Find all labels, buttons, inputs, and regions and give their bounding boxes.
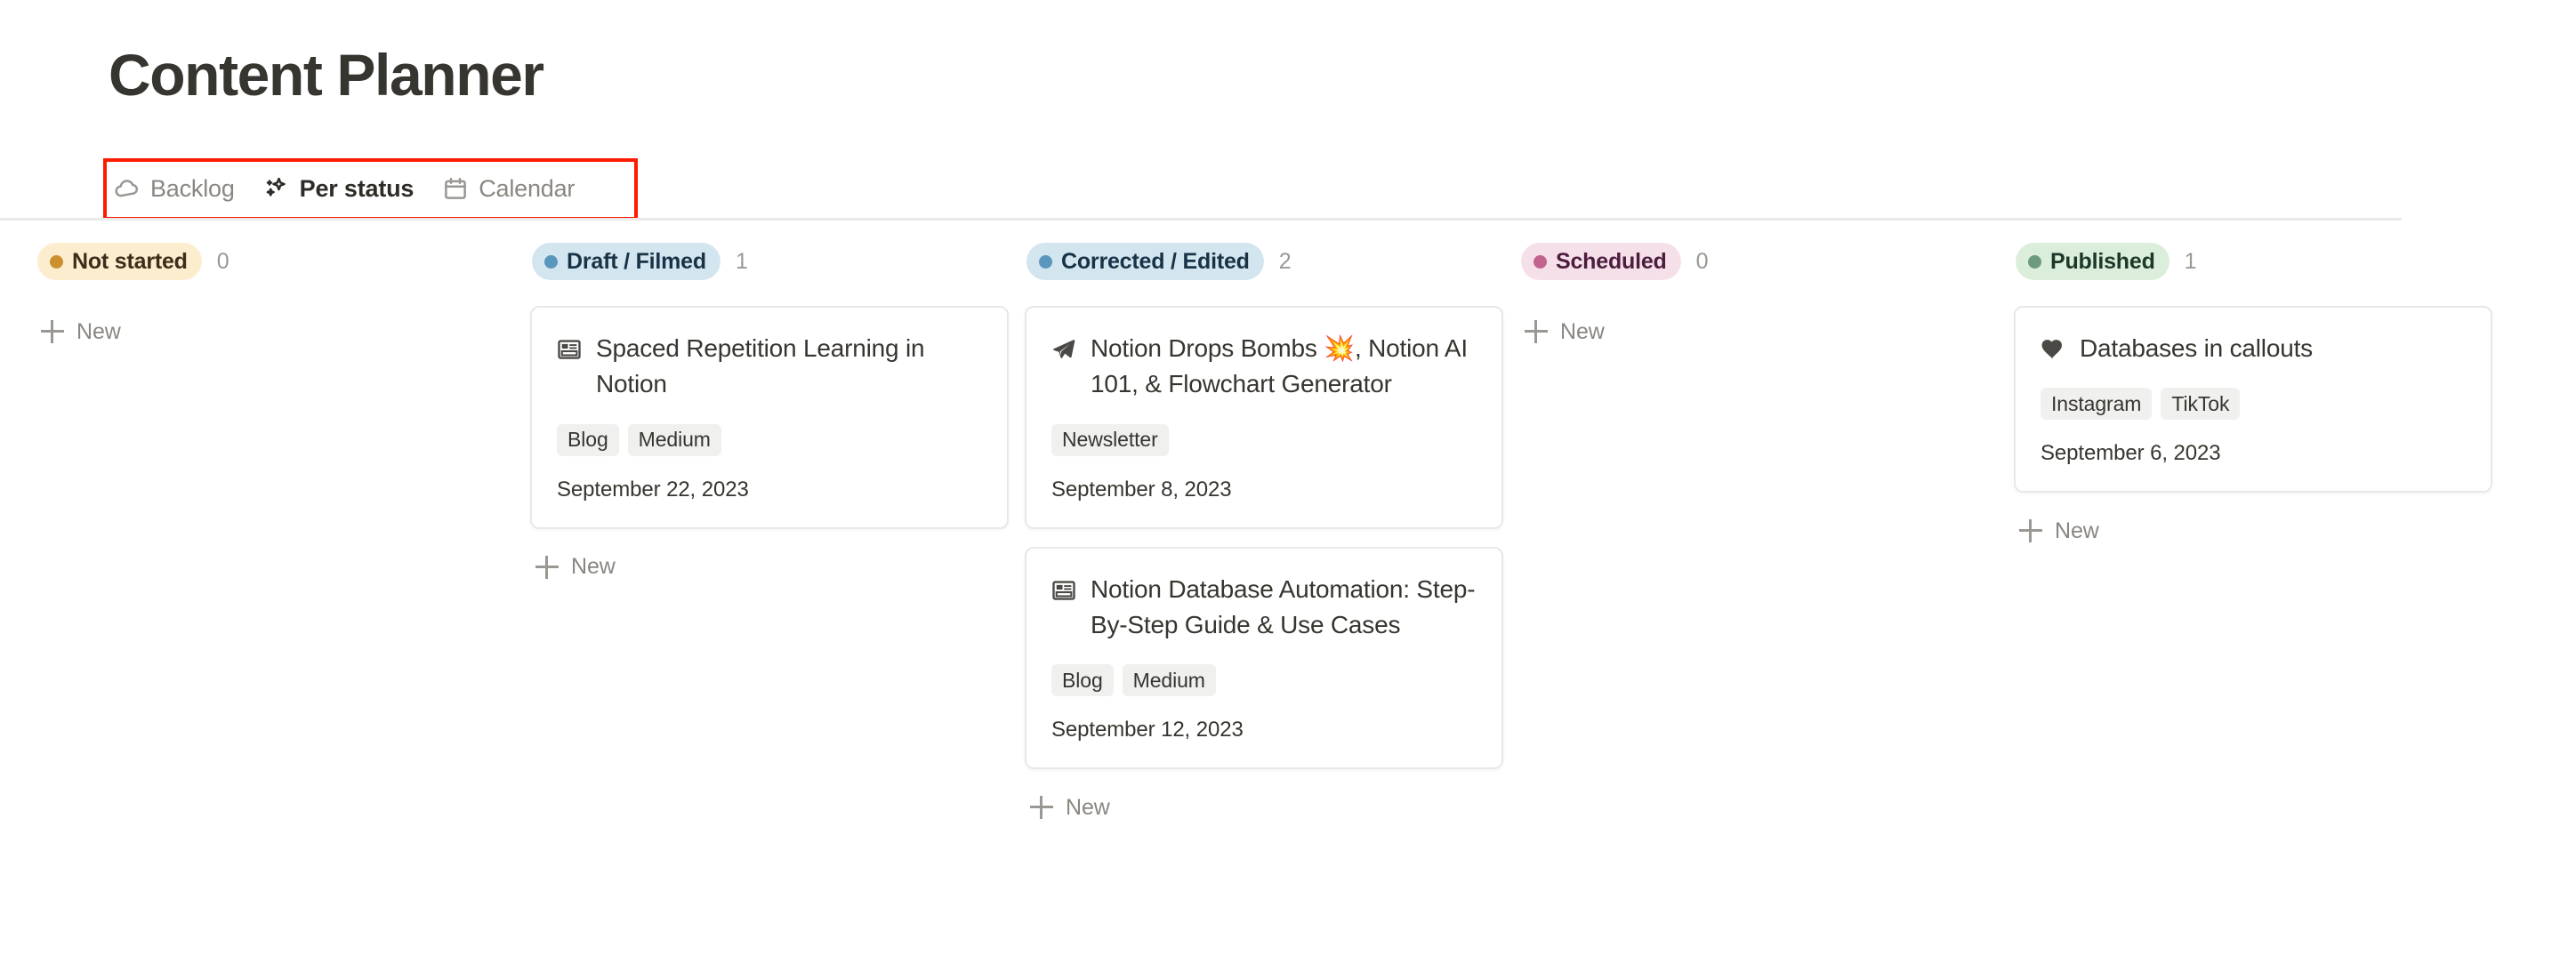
card-title: Spaced Repetition Learning in Notion — [596, 334, 925, 398]
paper-plane-icon — [1050, 335, 1078, 364]
view-tab-label: Backlog — [150, 174, 235, 202]
status-badge[interactable]: Not started — [37, 243, 202, 280]
new-card-label: New — [1066, 794, 1110, 820]
card-tag[interactable]: TikTok — [2161, 388, 2241, 421]
board-card[interactable]: Notion Drops Bombs 💥, Notion AI 101, & F… — [1025, 306, 1503, 529]
header-divider — [0, 218, 2402, 221]
card-date: September 6, 2023 — [2041, 441, 2221, 466]
card-tag[interactable]: Newsletter — [1051, 423, 1169, 456]
card-tag[interactable]: Instagram — [2041, 388, 2153, 421]
card-list: Notion Drops Bombs 💥, Notion AI 101, & F… — [1025, 306, 1503, 770]
calendar-icon — [442, 175, 469, 202]
sparkles-icon — [263, 175, 290, 202]
view-tab-backlog[interactable]: Backlog — [103, 165, 246, 212]
new-card-button[interactable]: New — [1025, 785, 1117, 830]
card-list: Databases in callouts Instagram TikTok Sept… — [2014, 306, 2492, 494]
status-label: Draft / Filmed — [567, 248, 706, 274]
card-tag[interactable]: Medium — [627, 423, 721, 456]
card-title: Databases in callouts — [2080, 334, 2313, 362]
plus-icon — [1525, 320, 1548, 343]
status-dot-icon — [50, 254, 63, 269]
status-dot-icon — [2028, 254, 2041, 269]
column-header[interactable]: Draft / Filmed 1 — [530, 242, 1009, 281]
page-title: Content Planner — [109, 42, 544, 108]
status-badge[interactable]: Draft / Filmed — [532, 243, 720, 280]
card-title-row: Spaced Repetition Learning in Notion — [555, 331, 984, 403]
cloud-icon — [114, 175, 141, 202]
status-label: Published — [2050, 248, 2155, 274]
board-card[interactable]: Spaced Repetition Learning in Notion Blog… — [530, 306, 1009, 529]
card-tags: Blog Medium — [555, 423, 984, 456]
column-header[interactable]: Published 1 — [2014, 242, 2492, 281]
plus-icon — [1030, 796, 1053, 820]
status-dot-icon — [544, 254, 558, 269]
status-label: Not started — [72, 248, 188, 274]
column-header[interactable]: Not started 0 — [36, 242, 514, 281]
card-date: September 22, 2023 — [557, 477, 749, 502]
plus-icon — [535, 555, 559, 579]
board-card[interactable]: Databases in callouts Instagram TikTok Sept… — [2014, 306, 2492, 494]
column-count: 1 — [2184, 248, 2197, 274]
card-tag[interactable]: Blog — [1051, 664, 1114, 697]
view-tab-label: Calendar — [479, 174, 576, 202]
new-card-button[interactable]: New — [2014, 509, 2106, 553]
column-count: 0 — [216, 248, 229, 274]
plus-icon — [2019, 519, 2042, 543]
card-tag[interactable]: Blog — [557, 423, 619, 456]
card-title-row: Notion Database Automation: Step-By-Step… — [1050, 572, 1478, 644]
card-tags: Blog Medium — [1050, 664, 1478, 697]
card-title-row: Notion Drops Bombs 💥, Notion AI 101, & F… — [1050, 331, 1478, 403]
newspaper-icon — [555, 335, 584, 364]
card-title-row: Databases in callouts — [2039, 331, 2467, 366]
newspaper-icon — [1050, 576, 1078, 605]
view-tab-calendar[interactable]: Calendar — [431, 165, 585, 212]
view-tabbar: Backlog Per status Calendar — [103, 161, 585, 216]
view-tab-label: Per status — [299, 174, 415, 202]
status-label: Corrected / Edited — [1061, 248, 1250, 274]
card-tags: Instagram TikTok — [2039, 388, 2467, 421]
column-header[interactable]: Scheduled 0 — [1519, 242, 1998, 281]
board-card[interactable]: Notion Database Automation: Step-By-Step… — [1025, 546, 1503, 770]
board-column-corrected-edited: Corrected / Edited 2 Notion Drops Bombs 💥,… — [1025, 242, 1519, 830]
board-column-scheduled: Scheduled 0 New — [1519, 242, 2014, 830]
board-column-published: Published 1 Databases in callouts Instagram… — [2014, 242, 2508, 830]
card-date: September 12, 2023 — [1051, 718, 1244, 742]
new-card-button[interactable]: New — [1519, 309, 1612, 354]
card-date: September 8, 2023 — [1051, 477, 1232, 502]
kanban-board: Not started 0 New Draft / Filmed 1 Spaced Rep… — [0, 242, 2576, 830]
card-list: Spaced Repetition Learning in Notion Blog… — [530, 306, 1009, 529]
new-card-label: New — [2055, 518, 2099, 543]
card-title: Notion Database Automation: Step-By-Step… — [1091, 574, 1476, 638]
status-dot-icon — [1039, 254, 1052, 269]
column-count: 1 — [735, 248, 748, 274]
heart-icon — [2039, 335, 2067, 364]
status-label: Scheduled — [1556, 248, 1667, 274]
column-count: 0 — [1695, 248, 1709, 274]
status-badge[interactable]: Corrected / Edited — [1026, 243, 1264, 280]
status-dot-icon — [1534, 254, 1547, 269]
new-card-button[interactable]: New — [36, 309, 128, 354]
board-column-not-started: Not started 0 New — [0, 242, 530, 830]
card-tag[interactable]: Medium — [1122, 664, 1216, 697]
card-tags: Newsletter — [1050, 423, 1478, 456]
new-card-label: New — [571, 554, 616, 580]
card-title: Notion Drops Bombs 💥, Notion AI 101, & F… — [1091, 334, 1468, 398]
board-column-draft-filmed: Draft / Filmed 1 Spaced Repetition Learnin… — [530, 242, 1025, 830]
new-card-button[interactable]: New — [530, 545, 623, 590]
view-tab-per-status[interactable]: Per status — [253, 165, 425, 212]
column-header[interactable]: Corrected / Edited 2 — [1025, 242, 1503, 281]
new-card-label: New — [1560, 318, 1605, 344]
status-badge[interactable]: Scheduled — [1521, 243, 1681, 280]
content-planner-page: Content Planner Backlog Per status Calenda… — [0, 0, 2576, 955]
plus-icon — [41, 320, 64, 343]
status-badge[interactable]: Published — [2016, 243, 2169, 280]
new-card-label: New — [76, 318, 121, 344]
column-count: 2 — [1278, 248, 1292, 274]
